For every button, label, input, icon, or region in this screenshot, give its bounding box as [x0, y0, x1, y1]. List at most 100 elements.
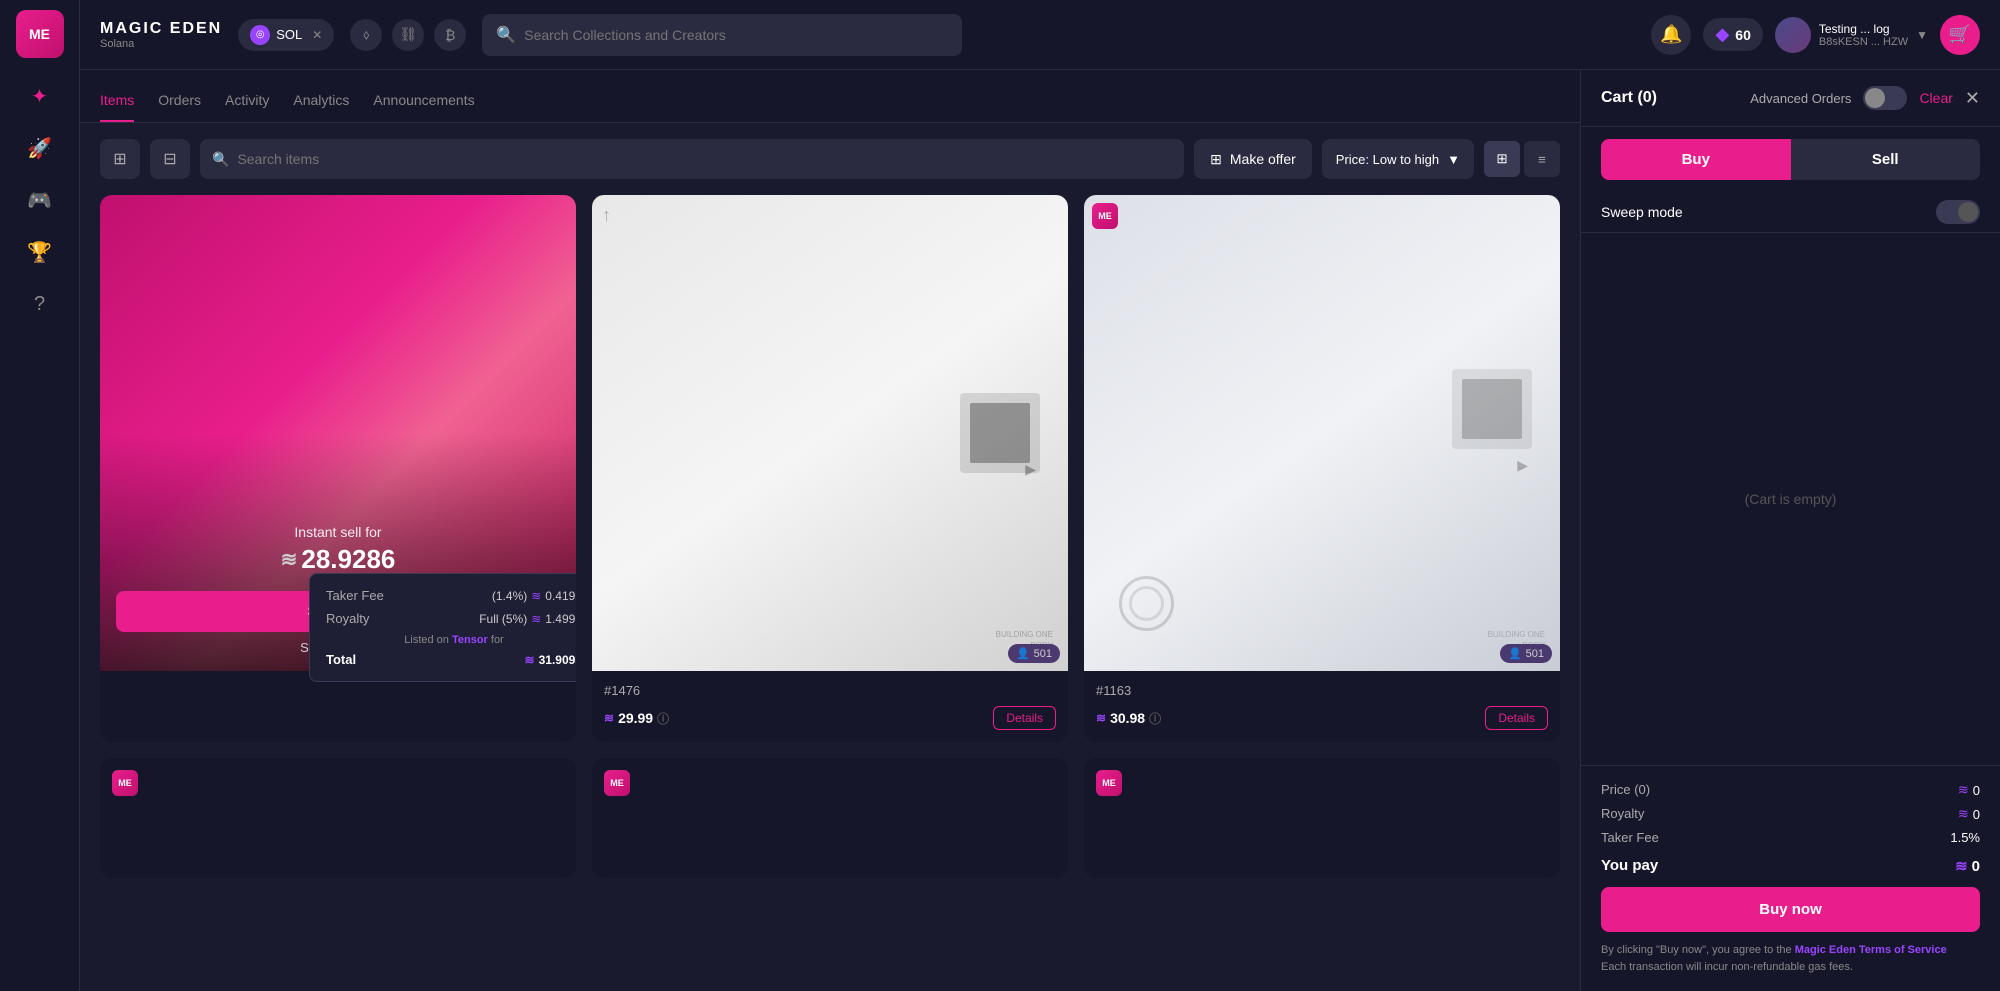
royalty-val: 1.4995	[545, 612, 576, 626]
advanced-orders-label: Advanced Orders	[1750, 91, 1851, 106]
chain-selector[interactable]: ◎ SOL ✕	[238, 19, 334, 51]
layout-button[interactable]: ⊟	[150, 139, 190, 179]
qr-code-3	[1462, 379, 1522, 439]
collection-tabs: Items Orders Activity Analytics Announce…	[100, 82, 1560, 122]
me-logo-badge-b3: ME	[1096, 770, 1122, 796]
nft-badge-2: 👤 501	[1008, 644, 1060, 663]
search-icon: 🔍	[496, 25, 516, 45]
tab-analytics[interactable]: Analytics	[293, 82, 349, 122]
instant-sell-price: ≋ 28.9286	[281, 544, 396, 575]
link-icon[interactable]: ⛓	[392, 19, 424, 51]
tos-link[interactable]: Magic Eden Terms of Service	[1795, 944, 1947, 956]
grid-view-button[interactable]: ⊞	[1484, 141, 1520, 177]
royalty-label: Royalty	[326, 611, 369, 626]
cart-panel: Cart (0) Advanced Orders Clear ✕ Buy Sel…	[1580, 70, 2000, 991]
taker-fee-row: Taker Fee 1.5%	[1601, 830, 1980, 845]
make-offer-button[interactable]: ⊞ Make offer	[1194, 139, 1312, 179]
tooltip-listed-note: Listed on Tensor for	[326, 634, 576, 646]
tab-orders[interactable]: Orders	[158, 82, 201, 122]
clear-button[interactable]: Clear	[1919, 90, 1952, 106]
total-val: 31.9093	[539, 653, 576, 667]
instant-sell-text: Instant sell for	[294, 524, 381, 540]
collection-content: Items Orders Activity Analytics Announce…	[80, 70, 1580, 991]
tab-announcements[interactable]: Announcements	[373, 82, 474, 122]
notifications-button[interactable]: 🔔	[1651, 15, 1691, 55]
sweep-mode-toggle[interactable]	[1936, 200, 1980, 224]
sort-dropdown[interactable]: Price: Low to high ▼	[1322, 139, 1474, 179]
user-details: Testing ... log B8sKESN ... HZW	[1819, 22, 1908, 48]
sidebar: ME ✦ 🚀 🎮 🏆 ?	[0, 0, 80, 991]
buy-now-button[interactable]: Buy now	[1601, 887, 1980, 932]
nft-price-value-2: 29.99	[618, 710, 653, 726]
filter-button[interactable]: ⊞	[100, 139, 140, 179]
price-row: Price (0) ≋ 0	[1601, 782, 1980, 798]
sidebar-icon-rocket[interactable]: 🚀	[18, 126, 62, 170]
badge-count-3: 501	[1526, 648, 1544, 660]
sol-icon-small: ≋	[531, 589, 541, 603]
nft-card-bottom-2[interactable]: ME	[592, 758, 1068, 878]
nft-card-instant-sell[interactable]: Instant sell for ≋ 28.9286 Sell now See …	[100, 195, 576, 742]
sidebar-icon-sparkle[interactable]: ✦	[18, 74, 62, 118]
sol-icon-price: ≋	[1958, 782, 1969, 798]
items-area: ⊞ ⊟ 🔍 ⊞ Make offer Price: Low to high ▼	[80, 123, 1580, 894]
tos-text: By clicking "Buy now", you agree to the …	[1601, 942, 1980, 975]
tab-items[interactable]: Items	[100, 82, 134, 122]
nft-card-bottom-1[interactable]: ME	[100, 758, 576, 878]
sol-icon-small2: ≋	[531, 612, 541, 626]
advanced-orders-toggle[interactable]	[1863, 86, 1907, 110]
search-items-input[interactable]	[237, 151, 1172, 167]
taker-fee-value: (1.4%) ≋ 0.4198	[492, 589, 576, 603]
diamond-badge[interactable]: ◆ 60	[1703, 18, 1762, 51]
nft-card-3-info: #1163 ≋ 30.98 ⓘ Details	[1084, 671, 1560, 742]
search-items-bar[interactable]: 🔍	[200, 139, 1184, 179]
diamond-count: 60	[1735, 27, 1751, 43]
search-input[interactable]	[524, 27, 948, 43]
tensor-link: Tensor	[452, 634, 488, 646]
sort-label: Price: Low to high	[1336, 152, 1439, 167]
royalty-label: Royalty	[1601, 806, 1644, 822]
taker-fee-val: 0.4198	[545, 589, 576, 603]
cart-button[interactable]: 🛒	[1940, 15, 1980, 55]
btc-icon[interactable]: ₿	[434, 19, 466, 51]
nft-card-bottom-3[interactable]: ME	[1084, 758, 1560, 878]
sidebar-logo[interactable]: ME	[16, 10, 64, 58]
play-icon-3: ▶	[1517, 457, 1528, 474]
cart-buy-tab[interactable]: Buy	[1601, 139, 1791, 180]
cart-sell-tab[interactable]: Sell	[1791, 139, 1981, 180]
nft-price-value-3: 30.98	[1110, 710, 1145, 726]
royalty-row: Royalty ≋ 0	[1601, 806, 1980, 822]
details-button-3[interactable]: Details	[1485, 706, 1548, 730]
person-icon-3: 👤	[1508, 647, 1522, 660]
details-button-2[interactable]: Details	[993, 706, 1056, 730]
tab-activity[interactable]: Activity	[225, 82, 269, 122]
user-name: Testing ... log	[1819, 22, 1908, 36]
you-pay-label: You pay	[1601, 857, 1658, 875]
toggle-knob	[1865, 88, 1885, 108]
search-bar[interactable]: 🔍	[482, 14, 962, 56]
info-icon-3[interactable]: ⓘ	[1149, 710, 1161, 727]
items-toolbar: ⊞ ⊟ 🔍 ⊞ Make offer Price: Low to high ▼	[100, 139, 1560, 179]
me-logo-badge-b2: ME	[604, 770, 630, 796]
user-info[interactable]: Testing ... log B8sKESN ... HZW ▼	[1775, 17, 1928, 53]
you-pay-value: ≋ 0	[1955, 857, 1980, 875]
main-wrapper: MAGIC EDEN Solana ◎ SOL ✕ ⬨ ⛓ ₿ 🔍 🔔 ◆ 60	[80, 0, 2000, 991]
layers-icon: ⊞	[1210, 151, 1222, 168]
info-icon-2[interactable]: ⓘ	[657, 710, 669, 727]
cart-buy-sell-tabs: Buy Sell	[1601, 139, 1980, 180]
nft-badge-3: 👤 501	[1500, 644, 1552, 663]
cart-close-button[interactable]: ✕	[1965, 88, 1980, 109]
nft-card-2-info: #1476 ≋ 29.99 ⓘ Details	[592, 671, 1068, 742]
sidebar-icon-controller[interactable]: 🎮	[18, 178, 62, 222]
user-address: B8sKESN ... HZW	[1819, 36, 1908, 48]
list-view-button[interactable]: ≡	[1524, 141, 1560, 177]
sidebar-icon-help[interactable]: ?	[18, 282, 62, 326]
cart-empty-message: (Cart is empty)	[1581, 233, 2000, 765]
sidebar-icon-trophy[interactable]: 🏆	[18, 230, 62, 274]
chain-close-icon[interactable]: ✕	[312, 28, 322, 42]
taker-fee-pct: (1.4%)	[492, 589, 527, 603]
nft-card-3[interactable]: ME ▶ BUILDING ONEBODY	[1084, 195, 1560, 742]
header-right: 🔔 ◆ 60 Testing ... log B8sKESN ... HZW ▼…	[1651, 15, 1980, 55]
nft-card-3-image: ME ▶ BUILDING ONEBODY	[1084, 195, 1560, 671]
eth-icon[interactable]: ⬨	[350, 19, 382, 51]
nft-card-2[interactable]: ↑ ▶ BUILDING ONEBODY 👤 501	[592, 195, 1068, 742]
